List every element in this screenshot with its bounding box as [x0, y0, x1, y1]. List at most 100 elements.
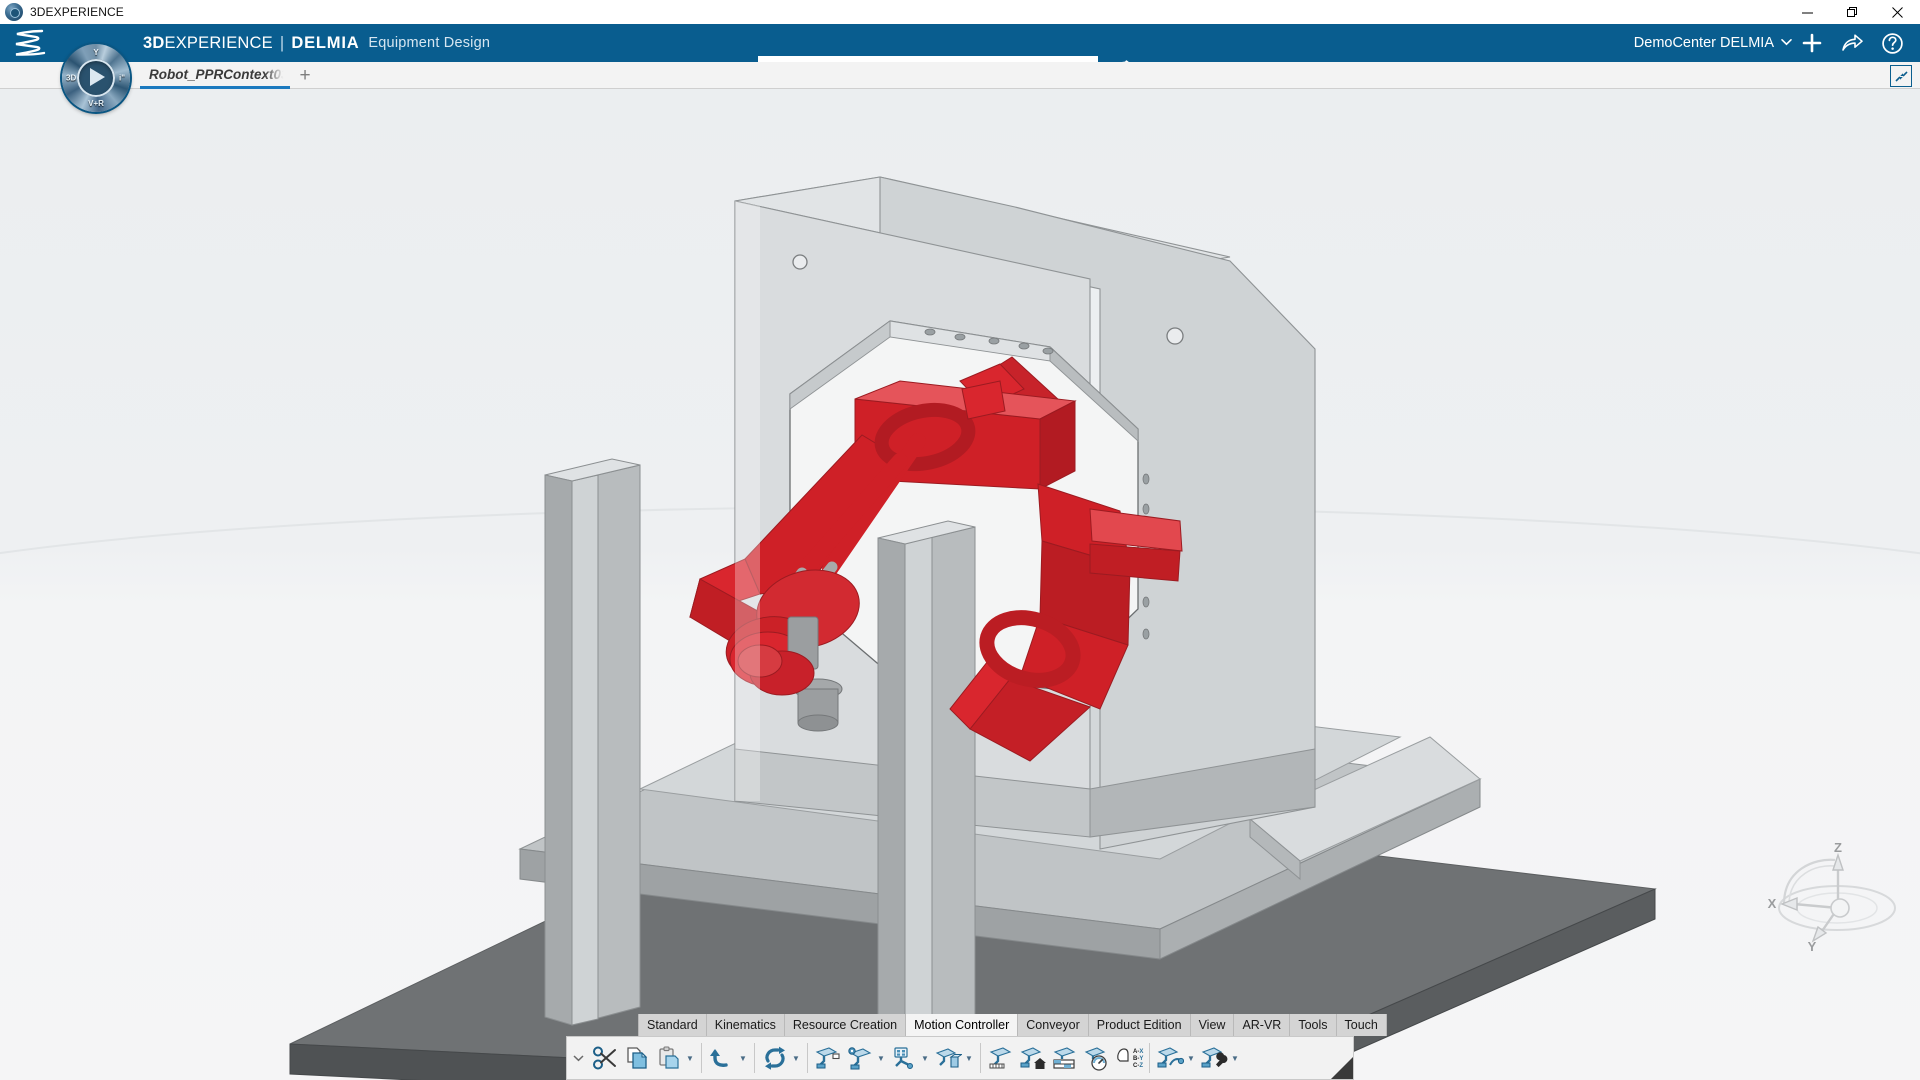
svg-text:Z: Z — [1834, 842, 1842, 855]
robot-controller-button[interactable]: ▼ — [888, 1037, 932, 1079]
compass-play-icon — [90, 68, 105, 86]
clipboard-paste-icon — [654, 1042, 684, 1074]
application-header: Y 3D i" V+R 3D EXPERIENCE | DELMIA Equipm… — [0, 24, 1920, 112]
robot-gear-icon — [845, 1042, 875, 1074]
undo-button[interactable]: ▼ — [706, 1037, 750, 1079]
robot-teach-button[interactable]: ▼ — [932, 1037, 976, 1079]
robot-wrench-icon — [1199, 1042, 1229, 1074]
chevron-down-icon[interactable]: ▼ — [1229, 1042, 1241, 1074]
svg-text:C-Z: C-Z — [1133, 1063, 1143, 1069]
add-button[interactable] — [1792, 24, 1832, 62]
action-bar: Standard Kinematics Resource Creation Mo… — [566, 1014, 1387, 1080]
chevron-down-icon[interactable]: ▼ — [963, 1042, 975, 1074]
3d-scene — [0, 89, 1920, 1080]
robot-motion-button[interactable]: ▼ — [1154, 1037, 1198, 1079]
tab-view[interactable]: View — [1190, 1014, 1235, 1036]
paste-button[interactable]: ▼ — [653, 1037, 697, 1079]
tab-touch[interactable]: Touch — [1336, 1014, 1387, 1036]
svg-text:X: X — [1768, 896, 1777, 911]
document-tabstrip: Robot_PPRContext03-Trice + — [0, 62, 1920, 89]
robot-track-button[interactable] — [985, 1037, 1017, 1079]
action-bar-tabs: Standard Kinematics Resource Creation Mo… — [638, 1014, 1387, 1036]
compass-quadrant-vr: V+R — [88, 99, 104, 108]
robot-axis-map-button[interactable]: A-X B-Y C-Z — [1113, 1037, 1145, 1079]
tab-tools[interactable]: Tools — [1290, 1014, 1337, 1036]
document-tab[interactable]: Robot_PPRContext03-Trice — [140, 62, 290, 89]
share-button[interactable] — [1832, 24, 1872, 62]
brand-delmia: DELMIA — [291, 33, 360, 52]
robot-tools-button[interactable]: ▼ — [1198, 1037, 1242, 1079]
svg-text:Y: Y — [1808, 939, 1817, 952]
tab-kinematics[interactable]: Kinematics — [706, 1014, 785, 1036]
window-titlebar: 3DEXPERIENCE — [0, 0, 1920, 24]
window-controls — [1785, 0, 1920, 24]
action-bar-toolbar: ▼ ▼ ▼ ▼ ▼ ▼ A-X B-Y C-Z ▼ ▼ — [566, 1036, 1354, 1080]
robot-speed-icon — [1082, 1042, 1112, 1074]
brand-separator: | — [279, 33, 285, 52]
robot-controller-icon — [889, 1042, 919, 1074]
robot-settings-button[interactable]: ▼ — [844, 1037, 888, 1079]
robot-speed-button[interactable] — [1081, 1037, 1113, 1079]
robot-home-button[interactable] — [1017, 1037, 1049, 1079]
chevron-down-icon — [1781, 37, 1792, 49]
tab-resource-creation[interactable]: Resource Creation — [784, 1014, 907, 1036]
toolbar-divider — [1149, 1043, 1150, 1073]
compass-quadrant-y: Y — [93, 48, 99, 57]
3dexperience-compass[interactable]: Y 3D i" V+R — [62, 44, 130, 112]
collapse-diagonal-icon[interactable] — [1890, 65, 1912, 87]
copy-pages-icon — [622, 1042, 652, 1074]
post-right — [877, 520, 976, 1080]
user-name: DemoCenter DELMIA — [1633, 35, 1774, 51]
header-actions — [1792, 24, 1912, 62]
cut-button[interactable] — [589, 1037, 621, 1079]
brand-experience: EXPERIENCE — [164, 33, 273, 52]
chevron-down-icon[interactable] — [567, 1037, 589, 1079]
restore-button[interactable] — [1830, 0, 1875, 24]
robot-task-icon — [813, 1042, 843, 1074]
chevron-down-icon[interactable]: ▼ — [737, 1042, 749, 1074]
chevron-down-icon[interactable]: ▼ — [790, 1042, 802, 1074]
tab-product-edition[interactable]: Product Edition — [1088, 1014, 1191, 1036]
axis-triad[interactable]: Z X Y X Y Z — [1762, 842, 1912, 952]
svg-text:A-X: A-X — [1133, 1049, 1143, 1055]
robot-motion-icon — [1155, 1042, 1185, 1074]
tab-standard[interactable]: Standard — [638, 1014, 707, 1036]
toolbar-divider — [807, 1043, 808, 1073]
svg-text:B-Y: B-Y — [1133, 1056, 1143, 1062]
brand-3d: 3D — [143, 33, 165, 52]
chevron-down-icon[interactable]: ▼ — [1185, 1042, 1197, 1074]
circular-refresh-icon — [760, 1042, 790, 1074]
help-button[interactable] — [1872, 24, 1912, 62]
resize-grip[interactable] — [1331, 1057, 1353, 1079]
robot-home-icon — [1018, 1042, 1048, 1074]
minimize-button[interactable] — [1785, 0, 1830, 24]
update-button[interactable]: ▼ — [759, 1037, 803, 1079]
close-button[interactable] — [1875, 0, 1920, 24]
tab-ar-vr[interactable]: AR-VR — [1234, 1014, 1291, 1036]
robot-task-button[interactable] — [812, 1037, 844, 1079]
3ds-logo[interactable] — [8, 24, 56, 62]
app-name: Equipment Design — [368, 35, 491, 51]
chevron-down-icon[interactable]: ▼ — [684, 1042, 696, 1074]
chevron-down-icon[interactable]: ▼ — [919, 1042, 931, 1074]
post-left — [544, 458, 641, 1026]
robot-table-icon — [1050, 1042, 1080, 1074]
add-tab-button[interactable]: + — [290, 62, 320, 89]
copy-button[interactable] — [621, 1037, 653, 1079]
user-menu[interactable]: DemoCenter DELMIA — [1634, 24, 1792, 62]
3d-viewport[interactable]: Z X Y X Y Z — [0, 89, 1920, 1080]
toolbar-divider — [701, 1043, 702, 1073]
robot-axis-map-icon: A-X B-Y C-Z — [1114, 1042, 1144, 1074]
document-tab-label: Robot_PPRContext03-Trice — [149, 66, 290, 82]
robot-track-icon — [986, 1042, 1016, 1074]
tab-motion-controller[interactable]: Motion Controller — [906, 1014, 1019, 1036]
robot-teach-icon — [933, 1042, 963, 1074]
tab-conveyor[interactable]: Conveyor — [1018, 1014, 1089, 1036]
robot-table-button[interactable] — [1049, 1037, 1081, 1079]
application-window: 3DEXPERIENCE Y 3D i" V+R 3D EXPERIENCE |… — [0, 0, 1920, 1080]
chevron-down-icon[interactable]: ▼ — [875, 1042, 887, 1074]
window-title: 3DEXPERIENCE — [30, 5, 124, 19]
toolbar-divider — [980, 1043, 981, 1073]
scissors-icon — [590, 1042, 620, 1074]
brand-title: 3D EXPERIENCE | DELMIA Equipment Design — [143, 24, 490, 62]
